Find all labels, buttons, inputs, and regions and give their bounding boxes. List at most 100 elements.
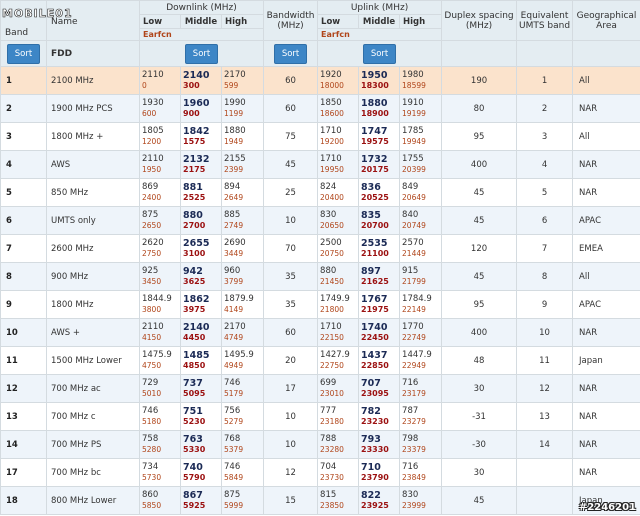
geo-header: Geographical Area [572, 0, 640, 41]
dl-low-cell: 1844.9 3800 [139, 290, 181, 319]
ul-high-cell: 1910 19199 [399, 94, 443, 123]
dl-middle-freq: 1862 [183, 294, 210, 305]
dl-middle-earfcn: 3625 [183, 277, 206, 286]
bandwidth-value: 25 [263, 178, 319, 207]
ul-middle-freq: 1767 [361, 294, 388, 305]
bandwidth-sort-button[interactable]: Sort [274, 43, 308, 64]
dl-low-earfcn: 4150 [142, 333, 162, 342]
geo-value: NAR [572, 178, 640, 207]
duplex-value: 400 [441, 318, 518, 347]
dl-middle-earfcn: 2525 [183, 193, 206, 202]
ul-low-earfcn: 23280 [320, 445, 344, 454]
duplex-value: 45 [441, 262, 518, 291]
bandwidth-value: 35 [263, 262, 319, 291]
ul-high-freq: 1980 [402, 70, 424, 80]
dl-low-cell: 2110 0 [139, 66, 181, 95]
dl-middle-cell: 751 5230 [180, 402, 222, 431]
dl-middle-freq: 880 [183, 210, 203, 221]
ul-low-earfcn: 21450 [320, 277, 344, 286]
duplex-value: 95 [441, 290, 518, 319]
dl-high-earfcn: 1949 [224, 137, 244, 146]
dl-high-cell: 2170 599 [220, 66, 265, 95]
downlink-sort-button[interactable]: Sort [185, 43, 219, 64]
dl-low-earfcn: 3800 [142, 305, 162, 314]
ul-low-freq: 1850 [320, 98, 342, 108]
dl-high-freq: 746 [224, 462, 241, 472]
ul-middle-earfcn: 20175 [361, 165, 389, 174]
dl-low-earfcn: 2400 [142, 193, 162, 202]
ul-high-cell: 840 20749 [399, 206, 443, 235]
ul-middle-freq: 1950 [361, 70, 388, 81]
uplink-sort-button[interactable]: Sort [363, 43, 397, 64]
band-number: 1 [0, 66, 47, 95]
ul-middle-earfcn: 23095 [361, 389, 389, 398]
dl-high-earfcn: 3799 [224, 277, 244, 286]
table-row: 1 2100 MHz 2110 0 2140 300 2170 599 60 1920 18000 1… [0, 66, 640, 95]
ul-high-freq: 1784.9 [402, 294, 432, 304]
ul-low-cell: 777 23180 [317, 402, 360, 431]
ul-middle-cell: 2535 21100 [358, 234, 401, 263]
dl-low-earfcn: 5010 [142, 389, 162, 398]
dl-low-cell: 860 5850 [139, 486, 181, 515]
ul-high-freq: 716 [402, 462, 419, 472]
ul-low-freq: 1749.9 [320, 294, 350, 304]
ul-middle-earfcn: 22450 [361, 333, 389, 342]
dl-middle-freq: 942 [183, 266, 203, 277]
umts-value: 7 [516, 234, 574, 263]
ul-high-earfcn: 22949 [402, 361, 426, 370]
dl-low-earfcn: 2750 [142, 249, 162, 258]
ul-middle-earfcn: 22850 [361, 361, 389, 370]
dl-earfcn-label: Earfcn [138, 28, 265, 41]
band-name: 2100 MHz [46, 66, 140, 95]
duplex-value: -31 [441, 402, 518, 431]
umts-value [516, 486, 574, 515]
ul-low-earfcn: 22750 [320, 361, 344, 370]
dl-high-header: High [220, 14, 265, 29]
dl-low-header: Low [139, 14, 181, 29]
band-number: 11 [0, 346, 47, 375]
band-sort-button[interactable]: Sort [7, 43, 40, 64]
lte-band-table: Band Name Downlink (MHz) Bandwidth (MHz) … [0, 0, 640, 515]
band-name: 700 MHz PS [46, 430, 140, 459]
ul-middle-cell: 1732 20175 [358, 150, 401, 179]
band-number: 13 [0, 402, 47, 431]
dl-low-cell: 1475.9 4750 [139, 346, 181, 375]
ul-low-earfcn: 21800 [320, 305, 344, 314]
umts-value: 14 [516, 430, 574, 459]
dl-middle-freq: 1485 [183, 350, 210, 361]
duplex-value: 120 [441, 234, 518, 263]
dl-high-cell: 875 5999 [220, 486, 265, 515]
dl-high-freq: 1880 [224, 126, 246, 136]
dl-high-cell: 2690 3449 [220, 234, 265, 263]
ul-high-freq: 1910 [402, 98, 424, 108]
ul-high-cell: 716 23179 [399, 374, 443, 403]
ul-high-freq: 830 [402, 490, 419, 500]
dl-low-earfcn: 3450 [142, 277, 162, 286]
dl-high-earfcn: 2399 [224, 165, 244, 174]
ul-high-cell: 915 21799 [399, 262, 443, 291]
ul-low-freq: 815 [320, 490, 337, 500]
bandwidth-value: 10 [263, 402, 319, 431]
dl-high-cell: 2155 2399 [220, 150, 265, 179]
ul-middle-earfcn: 23230 [361, 417, 389, 426]
ul-low-freq: 1710 [320, 126, 342, 136]
geo-value: All [572, 262, 640, 291]
ul-low-freq: 2500 [320, 238, 342, 248]
ul-low-earfcn: 22150 [320, 333, 344, 342]
duplex-value: 190 [441, 66, 518, 95]
dl-high-earfcn: 5179 [224, 389, 244, 398]
duplex-value: 30 [441, 458, 518, 487]
ul-middle-freq: 793 [361, 434, 381, 445]
ul-low-earfcn: 23730 [320, 473, 344, 482]
dl-low-freq: 869 [142, 182, 159, 192]
ul-middle-cell: 1950 18300 [358, 66, 401, 95]
band-number: 12 [0, 374, 47, 403]
ul-middle-freq: 1880 [361, 98, 388, 109]
ul-low-cell: 815 23850 [317, 486, 360, 515]
umts-value: 1 [516, 66, 574, 95]
bandwidth-value: 60 [263, 318, 319, 347]
ul-high-cell: 1980 18599 [399, 66, 443, 95]
ul-low-freq: 1427.9 [320, 350, 350, 360]
ul-middle-earfcn: 18900 [361, 109, 389, 118]
dl-middle-cell: 1485 4850 [180, 346, 222, 375]
